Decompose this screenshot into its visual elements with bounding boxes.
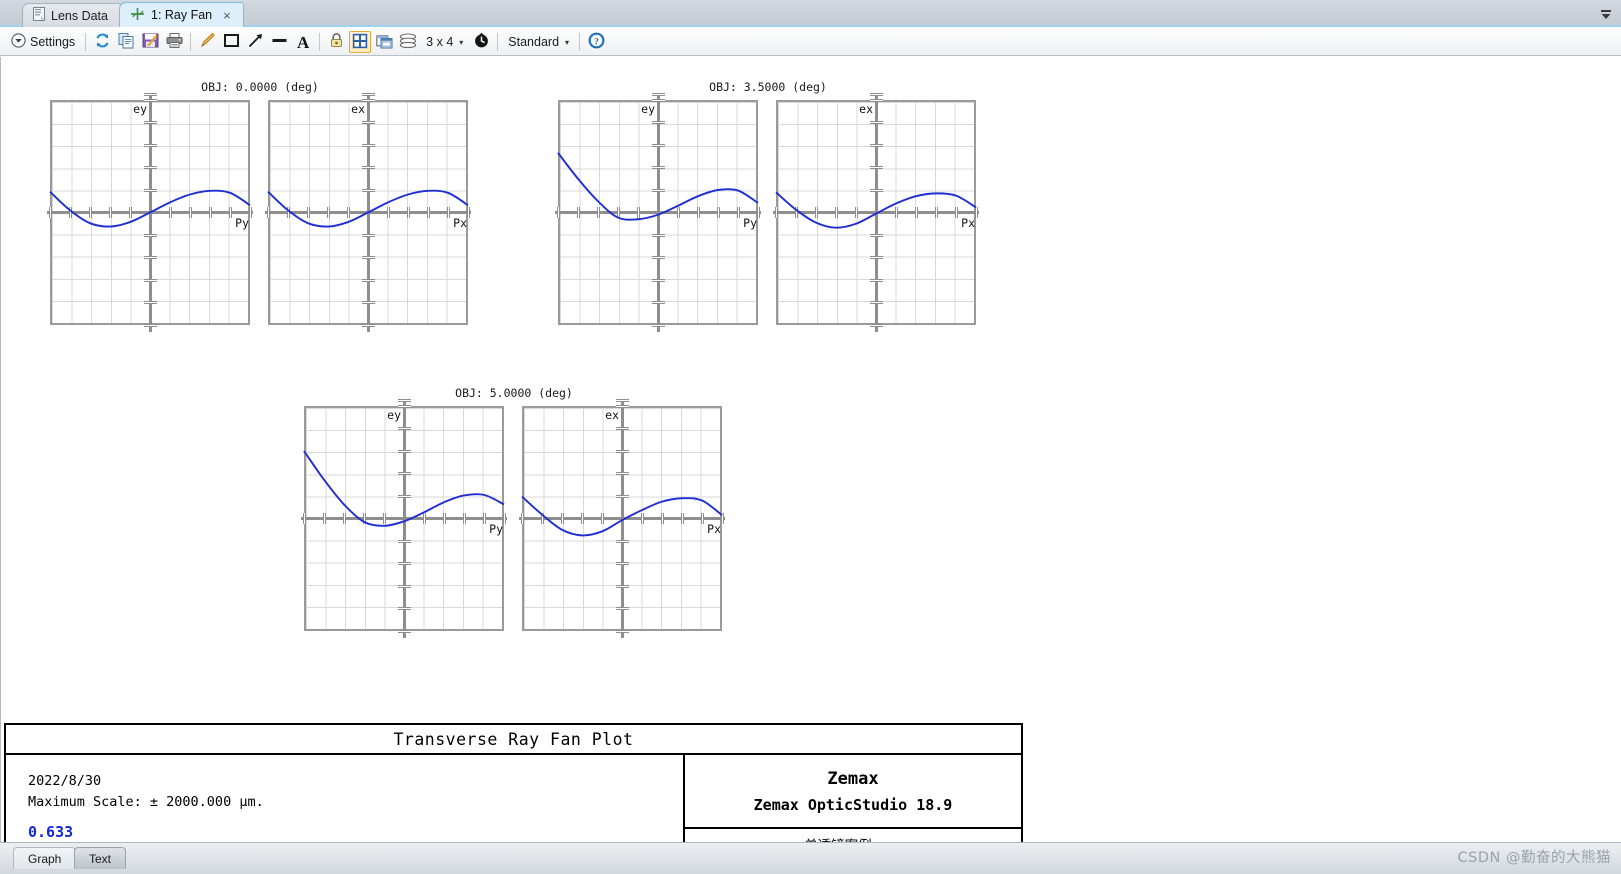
wavelength-value: 0.633	[28, 821, 683, 842]
style-selector[interactable]: Standard ▾	[503, 31, 574, 53]
brand-name: Zemax	[827, 769, 878, 789]
annotate-rectangle-button[interactable]	[220, 31, 242, 53]
save-button[interactable]	[139, 31, 161, 53]
refresh-button[interactable]	[91, 31, 113, 53]
y-axis-tick	[398, 399, 411, 402]
help-icon: ?	[588, 32, 605, 52]
ray-fan-plot-canvas: OBJ: 0.0000 (deg) eyPy exPx OBJ: 3.5000 …	[0, 57, 1621, 842]
clone-window-icon	[376, 33, 393, 52]
line-icon	[271, 32, 288, 52]
layers-button[interactable]	[397, 31, 419, 53]
toolbar-divider	[579, 33, 580, 51]
y-axis-tick	[870, 93, 883, 96]
document-tab-strip: Lens Data 1: Ray Fan ×	[0, 0, 1621, 27]
ray-fan-panel-ey-field2[interactable]: eyPy	[558, 100, 758, 325]
y-axis-tick	[652, 93, 665, 96]
chevron-down-icon: ▾	[565, 38, 569, 47]
document-tab-label: Lens Data	[51, 9, 108, 23]
grid-layout-selector[interactable]: 3 x 4 ▾	[421, 31, 468, 53]
pencil-icon	[199, 32, 216, 52]
y-axis-tick	[362, 93, 375, 96]
tile-windows-icon	[352, 33, 368, 52]
ray-fan-panel-ex-field2[interactable]: exPx	[776, 100, 976, 325]
bottom-tab-label: Text	[89, 852, 111, 866]
ray-fan-panel-ey-field3[interactable]: eyPy	[304, 406, 504, 631]
bottom-tab-label: Graph	[28, 852, 61, 866]
arrow-icon	[247, 32, 264, 52]
ray-fan-curve	[522, 406, 722, 631]
grid-layout-label: 3 x 4	[426, 35, 453, 49]
document-icon	[33, 7, 45, 24]
annotate-line-button[interactable]	[268, 31, 290, 53]
watermark: CSDN @勤奋的大熊猫	[1458, 846, 1611, 867]
refresh-icon	[94, 32, 111, 52]
toolbar-divider	[85, 33, 86, 51]
clone-window-button[interactable]	[373, 31, 395, 53]
reset-clock-icon	[473, 32, 490, 52]
ray-fan-panel-ex-field3[interactable]: exPx	[522, 406, 722, 631]
print-button[interactable]	[163, 31, 185, 53]
field-group-title: OBJ: 0.0000 (deg)	[50, 80, 470, 94]
svg-text:?: ?	[594, 37, 599, 47]
rectangle-icon	[223, 32, 240, 52]
plot-info-left: 2022/8/30 Maximum Scale: ± 2000.000 µm. …	[6, 755, 683, 842]
layers-icon	[399, 33, 417, 52]
save-icon	[142, 32, 159, 52]
bottom-tab-text[interactable]: Text	[74, 847, 126, 869]
print-icon	[166, 32, 183, 52]
chevron-circle-down-icon	[11, 33, 26, 51]
close-icon[interactable]: ×	[223, 8, 231, 23]
toolbar-divider	[190, 33, 191, 51]
field-group-title: OBJ: 3.5000 (deg)	[558, 80, 978, 94]
lens-file-name: 单透镜案例.zmx	[804, 834, 902, 842]
reset-view-button[interactable]	[470, 31, 492, 53]
annotate-pencil-button[interactable]	[196, 31, 218, 53]
view-mode-bar: Graph Text	[0, 842, 1621, 874]
copy-button[interactable]	[115, 31, 137, 53]
plot-info-right: Zemax Zemax OpticStudio 18.9 单透镜案例.zmx C…	[683, 755, 1021, 842]
settings-label: Settings	[30, 35, 75, 49]
ray-fan-curve	[558, 100, 758, 325]
text-A-icon: A	[297, 34, 309, 51]
copy-icon	[118, 32, 135, 52]
plot-date: 2022/8/30	[28, 771, 683, 792]
toolbar-divider	[319, 33, 320, 51]
ray-fan-curve	[304, 406, 504, 631]
ray-fan-curve	[268, 100, 468, 325]
plot-info-title: Transverse Ray Fan Plot	[6, 725, 1021, 755]
lock-icon	[328, 32, 345, 52]
chevron-down-icon[interactable]	[1599, 7, 1613, 21]
field-group-title: OBJ: 5.0000 (deg)	[304, 386, 724, 400]
toolbar-divider	[497, 33, 498, 51]
style-label: Standard	[508, 35, 559, 49]
main-toolbar: Settings	[0, 29, 1621, 56]
document-tab-label: 1: Ray Fan	[151, 8, 212, 22]
plot-info-panel: Transverse Ray Fan Plot 2022/8/30 Maximu…	[4, 723, 1023, 842]
document-tab-ray-fan[interactable]: 1: Ray Fan ×	[119, 2, 244, 27]
settings-button[interactable]: Settings	[6, 31, 80, 53]
ray-fan-panel-ey-field1[interactable]: eyPy	[50, 100, 250, 325]
y-axis-tick	[616, 399, 629, 402]
chevron-down-icon: ▾	[459, 38, 463, 47]
help-button[interactable]: ?	[585, 31, 607, 53]
annotate-arrow-button[interactable]	[244, 31, 266, 53]
tile-windows-button[interactable]	[349, 31, 371, 53]
lock-button[interactable]	[325, 31, 347, 53]
ray-fan-panel-ex-field1[interactable]: exPx	[268, 100, 468, 325]
document-tab-lens-data[interactable]: Lens Data	[22, 3, 121, 27]
ray-fan-curve	[776, 100, 976, 325]
ray-fan-curve	[50, 100, 250, 325]
y-axis-tick	[144, 93, 157, 96]
bottom-tab-graph[interactable]: Graph	[13, 847, 76, 869]
annotate-text-button[interactable]: A	[292, 31, 314, 53]
product-version: Zemax OpticStudio 18.9	[754, 796, 953, 814]
crosshair-icon	[130, 7, 145, 24]
maximum-scale: Maximum Scale: ± 2000.000 µm.	[28, 792, 683, 813]
